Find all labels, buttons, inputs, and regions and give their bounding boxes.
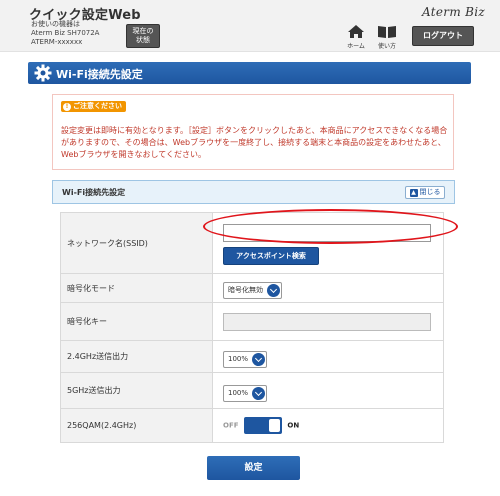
device-info: お使いの機器は Aterm Biz SH7072A ATERM-xxxxxx bbox=[31, 20, 99, 47]
qam256-cell: OFF ON bbox=[212, 408, 444, 443]
table-row: 5GHz送信出力 100% bbox=[60, 372, 444, 409]
power-5ghz-cell: 100% bbox=[212, 372, 444, 409]
chevron-down-icon bbox=[267, 284, 280, 297]
encryption-mode-select[interactable]: 暗号化無効 bbox=[223, 282, 282, 299]
collapse-label: 閉じる bbox=[419, 188, 441, 196]
ssid-input[interactable] bbox=[223, 223, 431, 242]
device-info-model: Aterm Biz SH7072A bbox=[31, 29, 100, 37]
section-title: Wi-Fi接続先設定 bbox=[62, 188, 126, 197]
encryption-key-cell bbox=[212, 302, 444, 341]
qam256-toggle-group: OFF ON bbox=[223, 417, 443, 434]
power-24ghz-label: 2.4GHz送信出力 bbox=[60, 340, 213, 373]
power-5ghz-label: 5GHz送信出力 bbox=[60, 372, 213, 409]
status-button-line2: 状態 bbox=[136, 36, 150, 44]
gear-icon bbox=[34, 64, 52, 82]
encryption-key-input[interactable] bbox=[223, 312, 431, 331]
encryption-mode-cell: 暗号化無効 bbox=[212, 273, 444, 303]
status-button-line1: 現在の bbox=[132, 27, 154, 35]
device-info-line: お使いの機器は bbox=[31, 20, 80, 28]
chevron-up-icon: ▲ bbox=[409, 189, 418, 197]
table-row: 256QAM(2.4GHz) OFF ON bbox=[60, 408, 444, 443]
encryption-key-label: 暗号化キー bbox=[60, 302, 213, 341]
power-24ghz-value: 100% bbox=[228, 354, 249, 363]
book-icon bbox=[378, 26, 396, 38]
device-info-name: ATERM-xxxxxx bbox=[31, 38, 83, 46]
table-row: 2.4GHz送信出力 100% bbox=[60, 340, 444, 373]
help-nav-button[interactable]: 使い方 bbox=[375, 24, 399, 50]
qam256-label: 256QAM(2.4GHz) bbox=[60, 408, 213, 443]
toggle-knob bbox=[268, 419, 280, 432]
notice-text: 設定変更は即時に有効となります。［設定］ボタンをクリックしたあと、本商品にアクセ… bbox=[61, 126, 448, 159]
logout-button[interactable]: ログアウト bbox=[412, 26, 474, 46]
page-title: Wi-Fi接続先設定 bbox=[56, 68, 143, 81]
power-24ghz-select[interactable]: 100% bbox=[223, 350, 268, 368]
help-label: 使い方 bbox=[377, 43, 396, 50]
encryption-mode-value: 暗号化無効 bbox=[228, 286, 263, 294]
power-5ghz-select[interactable]: 100% bbox=[223, 384, 268, 402]
power-24ghz-cell: 100% bbox=[212, 340, 444, 373]
notice-badge: ! ご注意ください bbox=[61, 101, 126, 112]
ssid-label: ネットワーク名(SSID) bbox=[60, 212, 213, 274]
exclamation-icon: ! bbox=[63, 103, 71, 111]
section-header: Wi-Fi接続先設定 ▲ 閉じる bbox=[52, 180, 455, 204]
table-row: 暗号化キー bbox=[60, 302, 444, 341]
home-label: ホーム bbox=[347, 43, 365, 50]
qam256-toggle[interactable] bbox=[243, 417, 282, 434]
access-point-search-button[interactable]: アクセスポイント検索 bbox=[223, 246, 319, 265]
collapse-button[interactable]: ▲ 閉じる bbox=[405, 186, 445, 199]
settings-table: ネットワーク名(SSID) アクセスポイント検索 暗号化モード 暗号化無効 暗号… bbox=[60, 212, 444, 443]
apply-button[interactable]: 設定 bbox=[207, 456, 300, 480]
power-5ghz-value: 100% bbox=[228, 388, 249, 397]
encryption-mode-label: 暗号化モード bbox=[60, 273, 213, 303]
toggle-off-label: OFF bbox=[223, 421, 239, 430]
app-header: クイック設定Web お使いの機器は Aterm Biz SH7072A ATER… bbox=[0, 0, 500, 52]
home-nav-button[interactable]: ホーム bbox=[344, 24, 368, 50]
notice-badge-label: ご注意ください bbox=[73, 102, 122, 110]
table-row: 暗号化モード 暗号化無効 bbox=[60, 273, 444, 303]
notice-box: ! ご注意ください 設定変更は即時に有効となります。［設定］ボタンをクリックしたあ… bbox=[52, 94, 454, 170]
home-icon bbox=[348, 25, 364, 38]
ssid-cell: アクセスポイント検索 bbox=[212, 212, 444, 274]
table-row: ネットワーク名(SSID) アクセスポイント検索 bbox=[60, 212, 444, 274]
page-title-bar: Wi-Fi接続先設定 bbox=[28, 62, 471, 84]
chevron-down-icon bbox=[252, 386, 266, 400]
brand-logo: Aterm Biz bbox=[422, 5, 485, 19]
toggle-on-label: ON bbox=[287, 421, 300, 430]
chevron-down-icon bbox=[252, 352, 266, 366]
current-status-button[interactable]: 現在の 状態 bbox=[126, 24, 160, 48]
